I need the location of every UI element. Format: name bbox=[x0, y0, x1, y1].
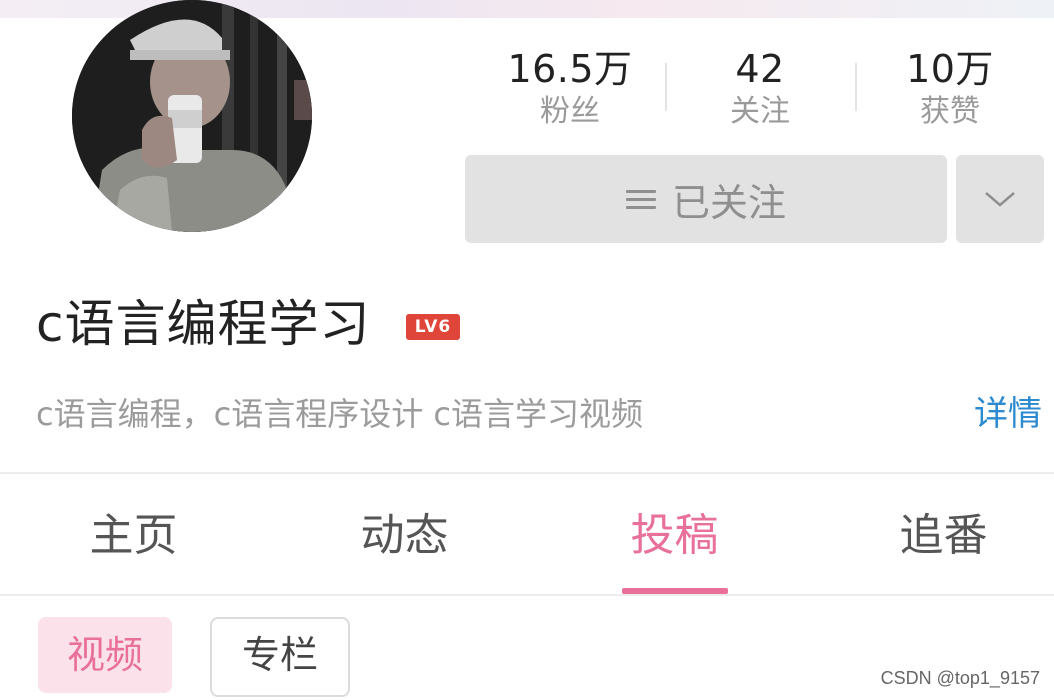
followed-button[interactable]: 已关注 bbox=[465, 155, 947, 243]
avatar-photo bbox=[72, 0, 312, 232]
followed-button-label: 已关注 bbox=[671, 180, 786, 225]
chevron-down-icon bbox=[985, 192, 1015, 207]
stat-following-value: 42 bbox=[735, 47, 785, 91]
tab-bar: 主页 动态 投稿 追番 bbox=[0, 474, 1054, 594]
stat-following-label: 关注 bbox=[730, 94, 790, 129]
stats-bar: 16.5万 粉丝 42 关注 10万 获赞 bbox=[475, 45, 1045, 135]
stat-followers-label: 粉丝 bbox=[540, 94, 600, 129]
channel-name: c语言编程学习 bbox=[36, 295, 371, 353]
stat-followers[interactable]: 16.5万 粉丝 bbox=[475, 45, 665, 131]
channel-description: c语言编程，c语言程序设计 c语言学习视频 bbox=[36, 395, 643, 433]
stat-likes[interactable]: 10万 获赞 bbox=[855, 45, 1045, 131]
stat-following[interactable]: 42 关注 bbox=[665, 45, 855, 131]
level-badge: LV6 bbox=[406, 314, 460, 340]
tab-dynamics[interactable]: 动态 bbox=[273, 474, 536, 594]
details-link[interactable]: 详情 bbox=[974, 392, 1042, 436]
tab-uploads[interactable]: 投稿 bbox=[543, 474, 806, 594]
filter-video-chip[interactable]: 视频 bbox=[38, 617, 172, 693]
tab-bangumi[interactable]: 追番 bbox=[812, 474, 1054, 594]
stat-followers-value: 16.5万 bbox=[507, 47, 633, 91]
menu-icon bbox=[625, 185, 656, 214]
tab-home[interactable]: 主页 bbox=[2, 474, 265, 594]
avatar[interactable] bbox=[72, 0, 312, 232]
divider bbox=[0, 594, 1054, 596]
filter-column-chip[interactable]: 专栏 bbox=[210, 617, 350, 697]
stat-likes-label: 获赞 bbox=[920, 94, 980, 129]
watermark: CSDN @top1_9157 bbox=[880, 668, 1040, 688]
stat-likes-value: 10万 bbox=[906, 47, 994, 91]
follow-options-button[interactable] bbox=[956, 155, 1044, 243]
